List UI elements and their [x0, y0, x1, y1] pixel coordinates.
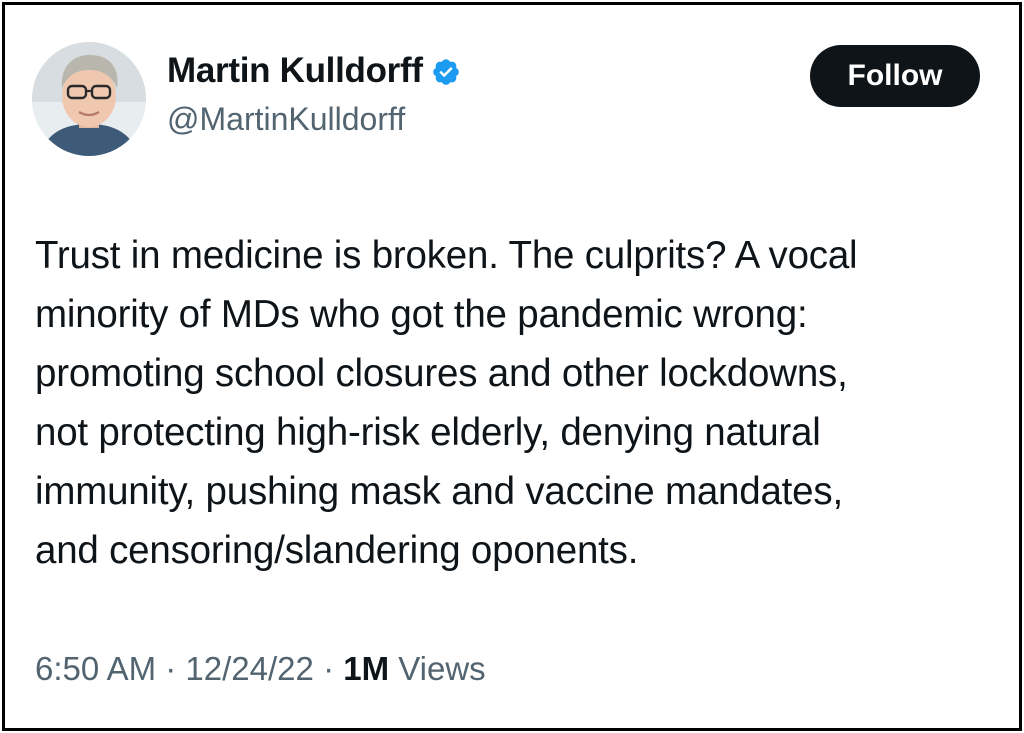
tweet-card: Martin Kulldorff @MartinKulldorff Follow…: [5, 5, 1019, 728]
tweet-time[interactable]: 6:50 AM: [35, 650, 156, 687]
tweet-text-line: and censoring/slandering oponents.: [35, 529, 639, 572]
meta-separator: ·: [323, 650, 335, 687]
views-count[interactable]: 1M: [343, 650, 389, 687]
views-label: Views: [398, 650, 486, 687]
tweet-text: Trust in medicine is broken. The culprit…: [35, 226, 1003, 580]
follow-button[interactable]: Follow: [810, 45, 980, 107]
tweet-meta: 6:50 AM · 12/24/22 · 1M Views: [35, 650, 486, 688]
author-name-text: Martin Kulldorff: [167, 51, 423, 90]
avatar-photo: [32, 42, 146, 156]
tweet-text-line: immunity, pushing mask and vaccine manda…: [35, 470, 843, 513]
verified-badge-icon: [431, 57, 461, 87]
tweet-text-line: minority of MDs who got the pandemic wro…: [35, 293, 808, 336]
tweet-text-line: not protecting high-risk elderly, denyin…: [35, 411, 821, 454]
author-name[interactable]: Martin Kulldorff: [167, 51, 461, 91]
meta-separator: ·: [165, 650, 177, 687]
author-handle[interactable]: @MartinKulldorff: [167, 101, 405, 138]
avatar[interactable]: [32, 42, 146, 156]
tweet-text-line: Trust in medicine is broken. The culprit…: [35, 234, 858, 277]
screenshot-frame: Martin Kulldorff @MartinKulldorff Follow…: [2, 2, 1022, 731]
tweet-text-line: promoting school closures and other lock…: [35, 352, 848, 395]
tweet-date[interactable]: 12/24/22: [185, 650, 313, 687]
